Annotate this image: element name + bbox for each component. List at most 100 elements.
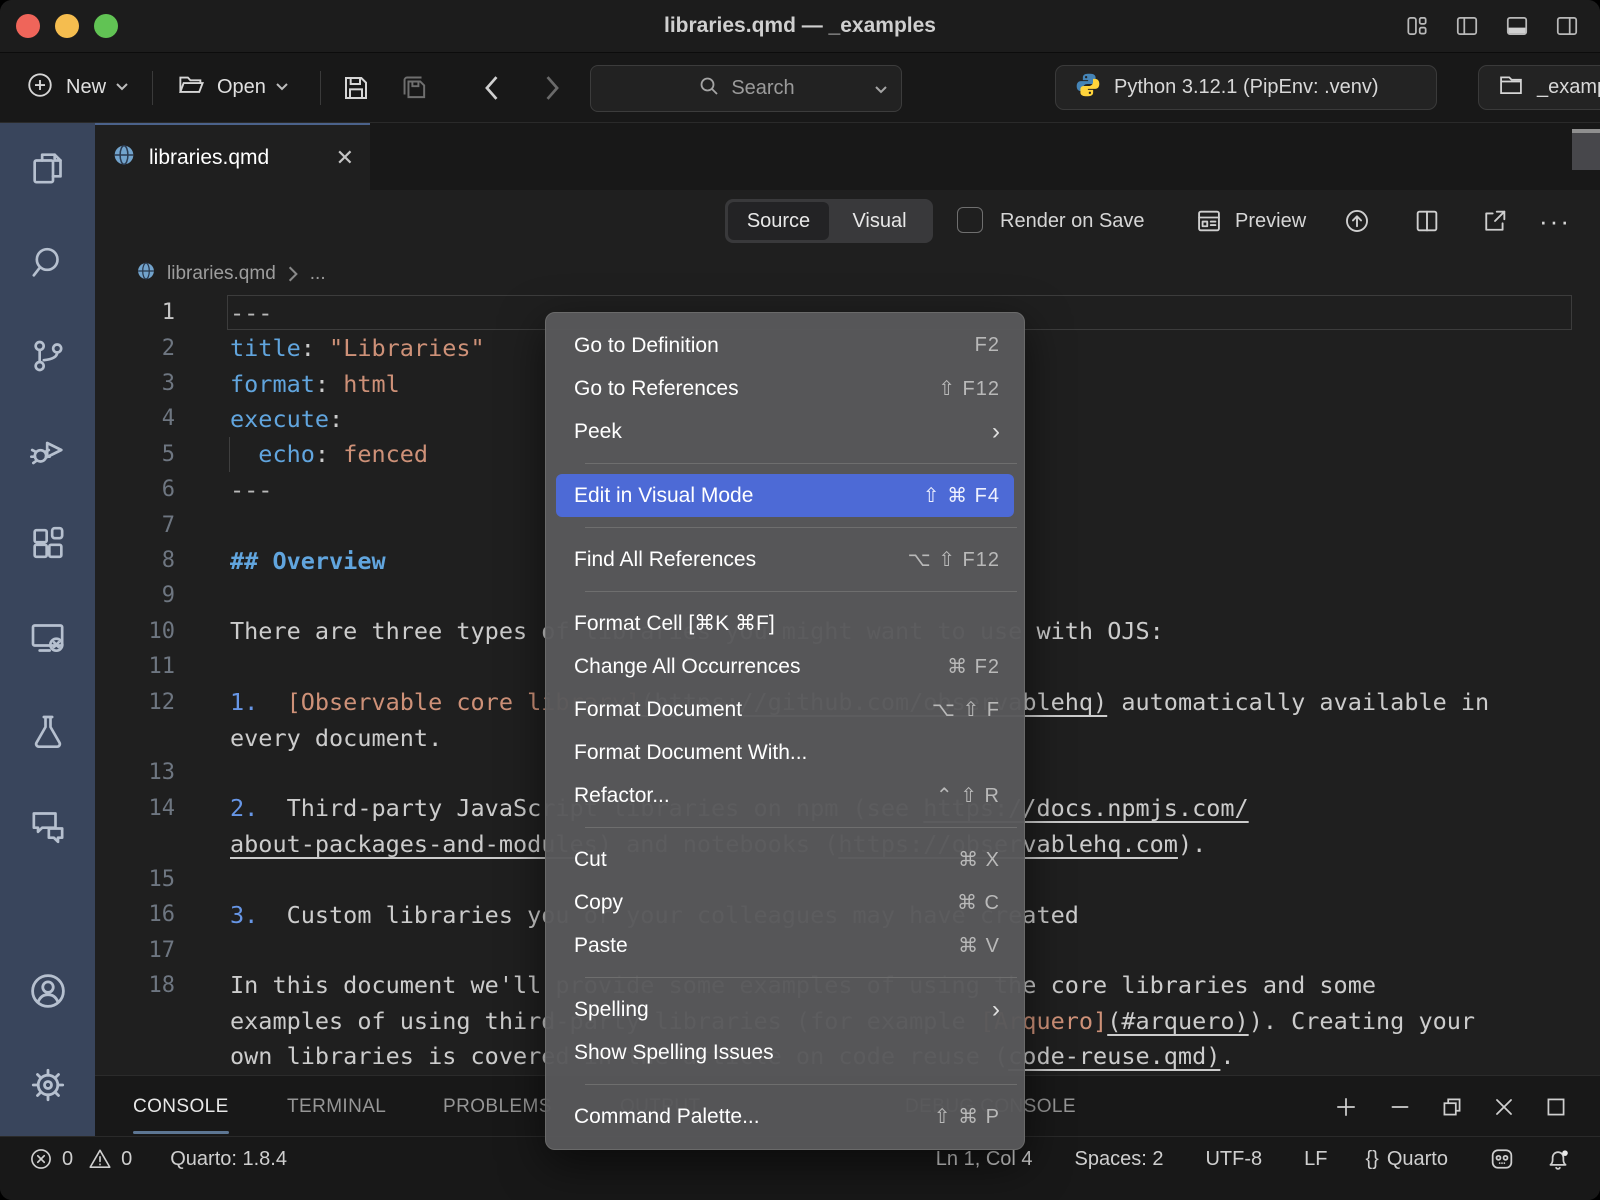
breadcrumb-more[interactable]: ... (310, 263, 326, 285)
line-number: 3 (95, 371, 175, 396)
line-number: 16 (95, 902, 175, 927)
menu-item-go-to-definition[interactable]: Go to DefinitionF2 (546, 324, 1024, 367)
editor-scrollbar[interactable] (1572, 123, 1600, 903)
save-button[interactable] (340, 53, 372, 122)
maximize-panel-icon[interactable] (1543, 1094, 1569, 1120)
account-icon[interactable] (26, 969, 70, 1013)
line-number: 7 (95, 513, 175, 538)
search-icon (697, 74, 721, 103)
line-number: 8 (95, 548, 175, 573)
restore-panel-icon[interactable] (1439, 1094, 1465, 1120)
menu-item-refactor[interactable]: Refactor...⌃ ⇧ R (546, 774, 1024, 817)
editor-actions: Source Visual Render on Save Preview (95, 190, 1600, 252)
scrollbar-thumb[interactable] (1572, 133, 1600, 170)
breadcrumb-file[interactable]: libraries.qmd (167, 263, 276, 285)
problems-status[interactable]: 0 0 (28, 1146, 132, 1172)
eol-status[interactable]: LF (1304, 1148, 1327, 1171)
toggle-source[interactable]: Source (728, 202, 829, 240)
context-menu: Go to DefinitionF2Go to References⇧ F12P… (545, 312, 1025, 1150)
comments-icon[interactable] (26, 804, 70, 848)
settings-gear-icon[interactable] (26, 1063, 70, 1107)
minimize-icon[interactable] (1387, 1094, 1413, 1120)
toggle-visual[interactable]: Visual (829, 202, 930, 240)
menu-item-format-document[interactable]: Format Document⌥ ⇧ F (546, 688, 1024, 731)
tab-strip: libraries.qmd ✕ (95, 123, 1600, 191)
menu-item-paste[interactable]: Paste⌘ V (546, 924, 1024, 967)
split-editor-icon[interactable] (1413, 207, 1441, 240)
more-actions-icon[interactable]: ··· (1539, 190, 1571, 252)
menu-item-go-to-references[interactable]: Go to References⇧ F12 (546, 367, 1024, 410)
python-logo-icon (1074, 71, 1102, 104)
language-mode-status[interactable]: {}Quarto (1365, 1148, 1448, 1171)
menu-item-change-all-occurrences[interactable]: Change All Occurrences⌘ F2 (546, 645, 1024, 688)
forward-button[interactable] (542, 53, 564, 122)
tab-label: libraries.qmd (149, 146, 269, 170)
menu-item-find-all-references[interactable]: Find All References⌥ ⇧ F12 (546, 538, 1024, 581)
indentation-status[interactable]: Spaces: 2 (1075, 1148, 1164, 1171)
render-on-save-checkbox[interactable] (957, 207, 983, 233)
new-button[interactable]: New (25, 53, 130, 122)
code-text: echo: fenced (230, 440, 428, 468)
close-panel-icon[interactable] (1491, 1094, 1517, 1120)
line-number: 4 (95, 406, 175, 431)
code-text: ## Overview (230, 547, 386, 575)
tab-libraries-qmd[interactable]: libraries.qmd ✕ (95, 123, 370, 190)
preview-label[interactable]: Preview (1235, 190, 1306, 252)
line-number: 11 (95, 654, 175, 679)
quarto-version-status[interactable]: Quarto: 1.8.4 (170, 1148, 287, 1171)
menu-item-peek[interactable]: Peek› (546, 410, 1024, 453)
qmd-file-icon (111, 142, 137, 173)
titlebar: libraries.qmd — _examples (0, 0, 1600, 53)
cursor-position-status[interactable]: Ln 1, Col 4 (936, 1148, 1033, 1171)
chevron-down-icon[interactable] (873, 82, 889, 100)
new-plus-icon (25, 70, 55, 105)
toggle-panel-icon[interactable] (1504, 13, 1530, 39)
source-visual-toggle: Source Visual (725, 199, 933, 243)
toggle-secondary-sidebar-icon[interactable] (1554, 13, 1580, 39)
extensions-icon[interactable] (26, 522, 70, 566)
encoding-status[interactable]: UTF-8 (1205, 1148, 1262, 1171)
feedback-icon[interactable] (1488, 1145, 1516, 1173)
menu-item-cut[interactable]: Cut⌘ X (546, 838, 1024, 881)
save-all-button[interactable] (398, 53, 432, 122)
customize-layout-icon[interactable] (1404, 13, 1430, 39)
search-input[interactable]: Search (590, 65, 902, 112)
preview-icon[interactable] (1195, 207, 1223, 240)
run-debug-icon[interactable] (26, 428, 70, 472)
sessions-icon[interactable] (26, 616, 70, 660)
breadcrumb[interactable]: libraries.qmd ... (95, 252, 1600, 295)
chevron-down-icon (114, 79, 130, 97)
submenu-chevron-icon: › (992, 996, 1000, 1024)
menu-item-format-cell-k-f[interactable]: Format Cell [⌘K ⌘F] (546, 602, 1024, 645)
close-tab-icon[interactable]: ✕ (336, 145, 354, 171)
panel-tab-problems[interactable]: PROBLEMS (443, 1076, 552, 1137)
search-icon[interactable] (26, 240, 70, 284)
line-number: 13 (95, 760, 175, 785)
menu-item-copy[interactable]: Copy⌘ C (546, 881, 1024, 924)
menu-item-format-document-with[interactable]: Format Document With... (546, 731, 1024, 774)
menu-item-show-spelling-issues[interactable]: Show Spelling Issues (546, 1031, 1024, 1074)
panel-tab-console[interactable]: CONSOLE (133, 1076, 229, 1137)
menu-item-command-palette[interactable]: Command Palette...⇧ ⌘ P (546, 1095, 1024, 1138)
app-window: libraries.qmd — _examples (0, 0, 1600, 1200)
source-control-icon[interactable] (26, 334, 70, 378)
open-external-icon[interactable] (1481, 207, 1509, 240)
toggle-primary-sidebar-icon[interactable] (1454, 13, 1480, 39)
project-folder-icon (1497, 71, 1525, 104)
back-button[interactable] (480, 53, 502, 122)
panel-tab-terminal[interactable]: TERMINAL (287, 1076, 386, 1137)
menu-item-spelling[interactable]: Spelling› (546, 988, 1024, 1031)
add-icon[interactable] (1333, 1094, 1359, 1120)
render-icon[interactable] (1343, 207, 1371, 240)
code-text: every document. (230, 724, 442, 752)
project-button[interactable]: _examples (1478, 65, 1600, 110)
interpreter-selector[interactable]: Python 3.12.1 (PipEnv: .venv) (1055, 65, 1437, 110)
line-number: 9 (95, 583, 175, 608)
open-button[interactable]: Open (176, 53, 290, 122)
menu-item-edit-in-visual-mode[interactable]: Edit in Visual Mode⇧ ⌘ F4 (556, 474, 1014, 517)
testing-icon[interactable] (26, 710, 70, 754)
line-number: 12 (95, 690, 175, 715)
notifications-bell-icon[interactable] (1544, 1145, 1572, 1173)
explorer-icon[interactable] (26, 146, 70, 190)
code-text: format: html (230, 370, 400, 398)
